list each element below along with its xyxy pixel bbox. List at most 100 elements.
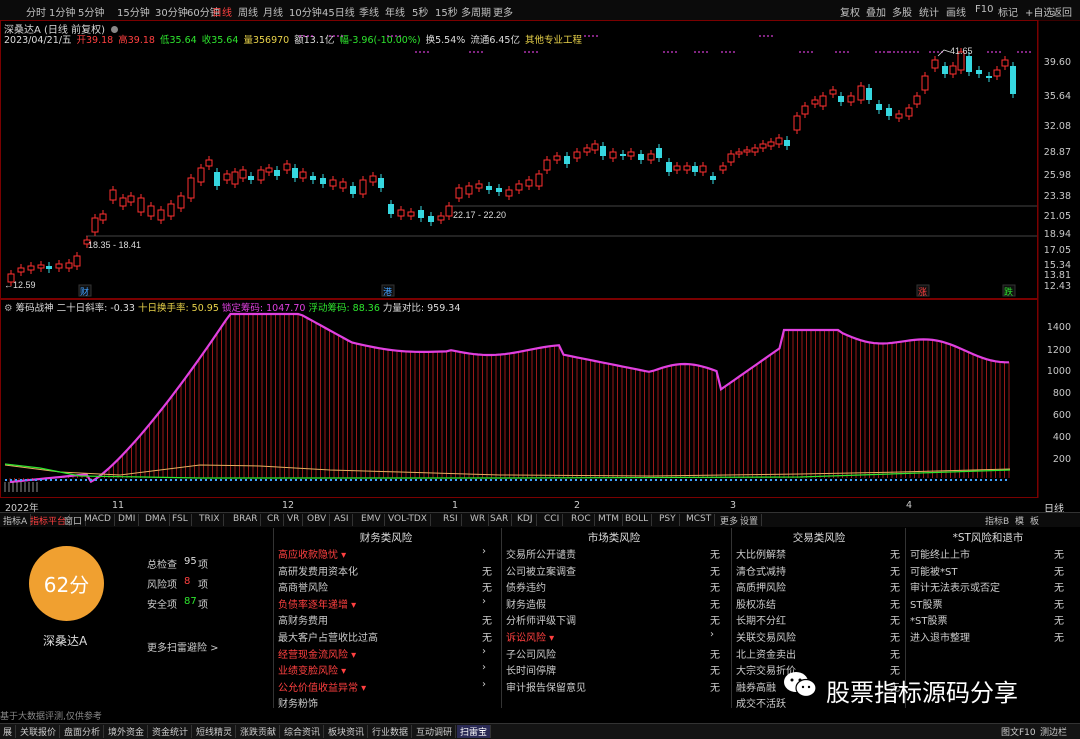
risk-item[interactable]: 成交不活跃 — [736, 695, 786, 710]
kline-chart[interactable]: ←12.59 18.35 - 18.41 22.17 - 22.20 41.65 财 港 涨… — [0, 20, 1080, 512]
risk-item[interactable]: 高研发费用资本化 — [278, 563, 358, 578]
toolbar-3[interactable]: 统计 — [919, 4, 939, 19]
risk-item[interactable]: 北上资金卖出 — [736, 646, 796, 661]
risk-item[interactable]: 清仓式减持 — [736, 563, 786, 578]
risk-item[interactable]: ST股票 — [910, 596, 942, 611]
bottom-tab-7[interactable]: 综合资讯 — [281, 725, 325, 738]
indicator-tab-15[interactable]: RSI — [443, 514, 462, 526]
indicator-right-tab-2[interactable]: 板 — [1030, 514, 1039, 527]
period-13[interactable]: 5秒 — [412, 4, 428, 19]
bottom-tab-4[interactable]: 资金统计 — [149, 725, 193, 738]
risk-item[interactable]: 审计无法表示或否定 — [910, 579, 1000, 594]
indicator-tab-12[interactable]: ASI — [334, 514, 353, 526]
period-1[interactable]: 1分钟 — [49, 4, 75, 19]
bottom-tab-11[interactable]: 扫雷宝 — [457, 725, 492, 738]
period-9[interactable]: 10分钟 — [289, 4, 322, 19]
risk-item[interactable]: 高质押风险 — [736, 579, 786, 594]
risk-item[interactable]: 财务造假 — [506, 596, 546, 611]
period-14[interactable]: 15秒 — [435, 4, 458, 19]
risk-item[interactable]: 高财务费用 — [278, 612, 328, 627]
bottom-tab-2[interactable]: 盘面分析 — [61, 725, 105, 738]
period-2[interactable]: 5分钟 — [78, 4, 104, 19]
risk-item[interactable]: 可能被*ST — [910, 563, 957, 578]
period-7[interactable]: 周线 — [238, 4, 258, 19]
indicator-tab-16[interactable]: WR — [470, 514, 490, 526]
bottom-tab-8[interactable]: 板块资讯 — [325, 725, 369, 738]
risk-item[interactable]: *ST股票 — [910, 612, 947, 627]
period-10[interactable]: 45日线 — [322, 4, 355, 19]
period-3[interactable]: 15分钟 — [117, 4, 150, 19]
indicator-tab-19[interactable]: CCI — [544, 514, 564, 526]
risk-item[interactable]: 融券高融 — [736, 679, 776, 694]
indicator-tab-18[interactable]: KDJ — [517, 514, 537, 526]
toolbar-6[interactable]: 标记 — [998, 4, 1018, 19]
risk-item[interactable]: 长时间停牌 — [506, 662, 556, 677]
indicator-tab-20[interactable]: ROC — [571, 514, 595, 526]
indicator-tab-5[interactable]: DMA — [145, 514, 170, 526]
risk-item[interactable]: 财务粉饰 — [278, 695, 318, 710]
period-12[interactable]: 年线 — [385, 4, 405, 19]
indicator-tab-0[interactable]: 指标A — [3, 514, 32, 527]
toolbar-8[interactable]: 返回 — [1052, 4, 1072, 19]
bottom-tab-5[interactable]: 短线精灵 — [193, 725, 237, 738]
toolbar-1[interactable]: 叠加 — [866, 4, 886, 19]
risk-item[interactable]: 审计报告保留意见 — [506, 679, 586, 694]
period-15[interactable]: 多周期 — [461, 4, 491, 19]
bottom-tab-3[interactable]: 境外资金 — [105, 725, 149, 738]
indicator-tab-6[interactable]: FSL — [172, 514, 192, 526]
toolbar-4[interactable]: 画线 — [946, 4, 966, 19]
indicator-tab-4[interactable]: DMI — [118, 514, 140, 526]
risk-item[interactable]: 债券违约 — [506, 579, 546, 594]
more-scan-link[interactable]: 更多扫雷避险 > — [147, 639, 219, 654]
risk-item[interactable]: 长期不分红 — [736, 612, 786, 627]
indicator-tab-22[interactable]: BOLL — [625, 514, 653, 526]
indicator-tab-2[interactable]: 窗口 — [64, 514, 87, 527]
risk-item[interactable]: 高应收款隐忧 ▾ — [278, 546, 346, 561]
indicator-tab-10[interactable]: VR — [287, 514, 304, 526]
indicator-tab-25[interactable]: 更多 — [720, 514, 743, 527]
indicator-tab-14[interactable]: VOL-TDX — [388, 514, 431, 526]
risk-item[interactable]: 分析师评级下调 — [506, 612, 576, 627]
risk-item[interactable]: 关联交易风险 — [736, 629, 796, 644]
indicator-tab-9[interactable]: CR — [267, 514, 284, 526]
toolbar-5[interactable]: F10 — [975, 4, 993, 15]
period-6[interactable]: 日线 — [212, 4, 232, 19]
period-16[interactable]: 更多 — [493, 4, 513, 19]
indicator-tab-26[interactable]: 设置 — [740, 514, 763, 527]
period-0[interactable]: 分时 — [26, 4, 46, 19]
indicator-tab-13[interactable]: EMV — [361, 514, 385, 526]
risk-item[interactable]: 可能终止上市 — [910, 546, 970, 561]
period-8[interactable]: 月线 — [263, 4, 283, 19]
risk-item[interactable]: 负债率逐年递增 ▾ — [278, 596, 356, 611]
risk-item[interactable]: 经营现金流风险 ▾ — [278, 646, 356, 661]
bottom-tab-9[interactable]: 行业数据 — [369, 725, 413, 738]
risk-item[interactable]: 业绩变脸风险 ▾ — [278, 662, 346, 677]
period-11[interactable]: 季线 — [359, 4, 379, 19]
risk-item[interactable]: 最大客户占营收比过高 — [278, 629, 378, 644]
risk-item[interactable]: 公司被立案调查 — [506, 563, 576, 578]
toolbar-7[interactable]: +自选 — [1025, 4, 1053, 19]
indicator-right-tab-0[interactable]: 指标B — [985, 514, 1009, 527]
bottom-right-1[interactable]: 测边栏 — [1040, 725, 1067, 738]
indicator-gear-icon[interactable]: ⚙ — [4, 303, 13, 314]
period-4[interactable]: 30分钟 — [155, 4, 188, 19]
risk-item[interactable]: 进入退市整理 — [910, 629, 970, 644]
risk-item[interactable]: 交易所公开谴责 — [506, 546, 576, 561]
indicator-tab-21[interactable]: MTM — [598, 514, 624, 526]
risk-item[interactable]: 诉讼风险 ▾ — [506, 629, 554, 644]
risk-item[interactable]: 高商誉风险 — [278, 579, 328, 594]
risk-item[interactable]: 公允价值收益异常 ▾ — [278, 679, 366, 694]
toolbar-0[interactable]: 复权 — [840, 4, 860, 19]
indicator-tab-3[interactable]: MACD — [84, 514, 115, 526]
indicator-right-tab-1[interactable]: 模 — [1015, 514, 1024, 527]
indicator-tab-17[interactable]: SAR — [490, 514, 513, 526]
indicator-tab-23[interactable]: PSY — [659, 514, 680, 526]
indicator-tab-8[interactable]: BRAR — [233, 514, 262, 526]
risk-item[interactable]: 大比例解禁 — [736, 546, 786, 561]
risk-item[interactable]: 股权冻结 — [736, 596, 776, 611]
indicator-tab-11[interactable]: OBV — [307, 514, 331, 526]
bottom-tab-1[interactable]: 关联报价 — [17, 725, 61, 738]
bottom-tab-10[interactable]: 互动调研 — [413, 725, 457, 738]
bottom-right-0[interactable]: 图文F10 — [1001, 725, 1036, 738]
indicator-tab-7[interactable]: TRIX — [199, 514, 224, 526]
